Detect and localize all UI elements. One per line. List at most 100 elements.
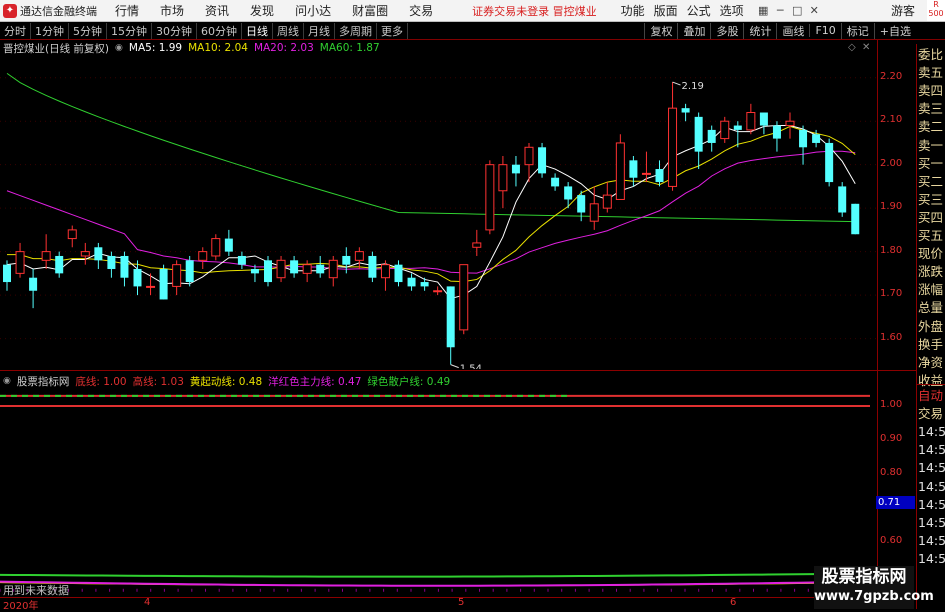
candle-body-down bbox=[224, 238, 233, 252]
side-panel-label: 14:56 bbox=[918, 550, 945, 566]
price-axis-label: 1.60 bbox=[880, 331, 903, 343]
magenta-main-line bbox=[0, 580, 871, 587]
watermark-url: www.7gpzb.com bbox=[814, 589, 934, 604]
period-60min[interactable]: 60分钟 bbox=[197, 22, 242, 39]
side-panel-label: 14:56 bbox=[918, 424, 945, 440]
candle-body-down bbox=[407, 277, 416, 287]
indicator-axis-label: 0.80 bbox=[880, 467, 903, 479]
candle-body-down bbox=[29, 277, 38, 291]
settings-icon[interactable]: ◉ bbox=[115, 43, 123, 53]
candle-body-down bbox=[107, 255, 116, 270]
side-panel-label: 买三 bbox=[918, 191, 944, 207]
low-price-label: 1.54 bbox=[460, 364, 482, 369]
candle-body-down bbox=[264, 260, 272, 283]
candle-body-down bbox=[851, 203, 860, 235]
yellow-line-label: 黄起动线: 0.48 bbox=[189, 375, 263, 388]
add-favorite-button[interactable]: +自选 bbox=[873, 22, 916, 39]
grid-icon[interactable]: ▦ bbox=[757, 4, 770, 17]
menu-wealth[interactable]: 财富圈 bbox=[352, 2, 388, 19]
guest-label[interactable]: 游客 bbox=[891, 2, 915, 19]
side-panel-label: 14:56 bbox=[918, 460, 945, 476]
settings-icon[interactable]: ◉ bbox=[3, 376, 11, 386]
candle-body-down bbox=[3, 264, 11, 283]
chart-title: 晋控煤业(日线 前复权) bbox=[3, 42, 110, 55]
candle-body-up bbox=[602, 194, 612, 209]
side-panel-label[interactable]: 交易 bbox=[918, 405, 945, 423]
candle-body-down bbox=[577, 195, 586, 213]
period-monthly[interactable]: 月线 bbox=[304, 22, 335, 39]
candle-body-up bbox=[589, 203, 599, 222]
menu-news[interactable]: 资讯 bbox=[205, 2, 229, 19]
close-chart-icon[interactable]: ✕ bbox=[862, 42, 870, 53]
side-panel-label: 买四 bbox=[918, 209, 944, 225]
menu-discover[interactable]: 发现 bbox=[250, 2, 274, 19]
candle-body-up bbox=[211, 238, 221, 257]
f10-button[interactable]: F10 bbox=[809, 24, 840, 37]
menu-options[interactable]: 选项 bbox=[720, 2, 744, 19]
period-1min[interactable]: 1分钟 bbox=[31, 22, 69, 39]
candle-body-up bbox=[172, 264, 182, 287]
price-axis-label: 1.70 bbox=[880, 288, 903, 300]
period-15min[interactable]: 15分钟 bbox=[107, 22, 152, 39]
candle-body-down bbox=[825, 142, 834, 183]
candle-body-down bbox=[694, 116, 703, 152]
stats-button[interactable]: 统计 bbox=[743, 22, 776, 39]
menu-formula[interactable]: 公式 bbox=[687, 2, 711, 19]
ma60-label: MA60: 1.87 bbox=[319, 42, 380, 54]
menu-quotes[interactable]: 行情 bbox=[115, 2, 139, 19]
overlay-button[interactable]: 叠加 bbox=[677, 22, 710, 39]
indicator-chart[interactable] bbox=[0, 389, 878, 597]
candle-body-down bbox=[185, 260, 194, 283]
candle-body-down bbox=[133, 269, 142, 287]
period-timeshare[interactable]: 分时 bbox=[0, 22, 31, 39]
side-panel-label: 卖四 bbox=[918, 83, 944, 99]
level2-badge: R 500 bbox=[927, 0, 945, 21]
high-marker bbox=[672, 81, 681, 86]
period-30min[interactable]: 30分钟 bbox=[152, 22, 197, 39]
candle-body-down bbox=[120, 255, 129, 278]
candle-body-up bbox=[276, 259, 286, 279]
menu-function[interactable]: 功能 bbox=[621, 2, 645, 19]
menu-market[interactable]: 市场 bbox=[160, 2, 184, 19]
indicator-info-line: ◉ 股票指标网 底线: 1.00 高线: 1.03 黄起动线: 0.48 洋红色… bbox=[3, 374, 450, 388]
period-multi[interactable]: 多周期 bbox=[335, 22, 377, 39]
mark-button[interactable]: 标记 bbox=[840, 22, 874, 39]
candle-body-down bbox=[420, 282, 429, 287]
period-5min[interactable]: 5分钟 bbox=[69, 22, 107, 39]
candle-body-down bbox=[511, 164, 520, 174]
period-daily[interactable]: 日线 bbox=[242, 22, 273, 39]
maximize-icon[interactable]: □ bbox=[791, 4, 804, 17]
indicator-axis-label: 0.90 bbox=[880, 433, 903, 445]
side-panel-label: 14:56 bbox=[918, 496, 945, 512]
price-axis-label: 2.00 bbox=[880, 157, 903, 169]
period-more[interactable]: 更多 bbox=[377, 22, 408, 39]
side-panel-label[interactable]: 自动 bbox=[918, 387, 945, 405]
candle-body-down bbox=[655, 169, 664, 183]
indicator-axis-label: 0.60 bbox=[880, 535, 903, 547]
current-indicator-value: 0.71 bbox=[876, 496, 915, 510]
close-icon[interactable]: ✕ bbox=[808, 4, 821, 17]
period-weekly[interactable]: 周线 bbox=[273, 22, 304, 39]
menu-layout[interactable]: 版面 bbox=[654, 2, 678, 19]
side-panel-label: 换手 bbox=[918, 336, 944, 352]
side-panel-label: 卖五 bbox=[918, 65, 944, 81]
adjust-button[interactable]: 复权 bbox=[644, 22, 677, 39]
candle-body-up bbox=[433, 290, 443, 293]
diamond-icon[interactable]: ◇ bbox=[848, 42, 856, 53]
watermark: 股票指标网 www.7gpzb.com bbox=[814, 566, 934, 609]
multi-stock-button[interactable]: 多股 bbox=[710, 22, 743, 39]
menu-ask[interactable]: 问小达 bbox=[295, 2, 331, 19]
year-label: 2020年 bbox=[3, 601, 39, 612]
minimize-icon[interactable]: ─ bbox=[774, 4, 787, 17]
price-axis-label: 2.10 bbox=[880, 114, 903, 126]
green-retail-line bbox=[0, 572, 871, 578]
price-chart[interactable]: 2.19 1.54 bbox=[0, 56, 878, 369]
menu-trade[interactable]: 交易 bbox=[409, 2, 433, 19]
ma5-label: MA5: 1.99 bbox=[128, 42, 183, 54]
draw-line-button[interactable]: 画线 bbox=[776, 22, 809, 39]
side-panel-label: 卖二 bbox=[918, 119, 944, 135]
side-panel-label: 14:56 bbox=[918, 514, 945, 530]
side-panel-label: 买二 bbox=[918, 173, 944, 189]
menu-bar: ✦ 通达信金融终端 行情 市场 资讯 发现 问小达 财富圈 交易 证券交易未登录… bbox=[0, 0, 945, 22]
period-toolbar: 分时 1分钟 5分钟 15分钟 30分钟 60分钟 日线 周线 月线 多周期 更… bbox=[0, 22, 945, 40]
